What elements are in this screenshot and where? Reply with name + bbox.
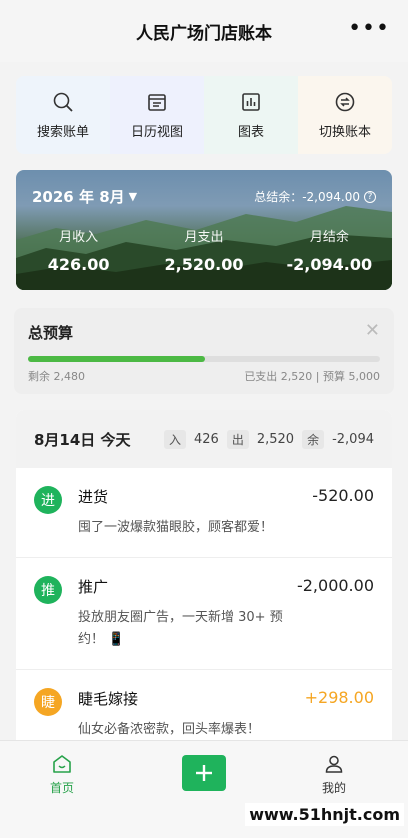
site-watermark: www.51hnjt.com bbox=[245, 803, 404, 826]
search-bills-label: 搜索账单 bbox=[36, 124, 89, 140]
budget-remaining: 剩余 2,480 bbox=[28, 370, 85, 383]
calendar-view-label: 日历视图 bbox=[130, 124, 183, 140]
category-icon-purchase: 进 bbox=[34, 486, 62, 514]
app-header: 人民广场门店账本 ••• bbox=[0, 0, 408, 62]
record-item[interactable]: 进 进货 -520.00 囤了一波爆款猫眼胶，顾客都爱！ bbox=[16, 468, 392, 558]
caret-down-icon: ▼ bbox=[128, 190, 138, 203]
search-icon bbox=[53, 92, 73, 112]
record-note: 投放朋友圈广告，一天新增 30+ 预约！ 📱 bbox=[78, 610, 283, 647]
day-date: 8月14日 今天 bbox=[34, 430, 131, 449]
record-note: 仙女必备浓密款，回头率爆表！ bbox=[78, 722, 261, 737]
tab-home[interactable]: 首页 bbox=[50, 753, 74, 796]
record-amount: -520.00 bbox=[312, 486, 374, 505]
tab-mine[interactable]: 我的 bbox=[322, 753, 346, 796]
switch-ledger-button[interactable]: 切换账本 bbox=[298, 76, 392, 154]
day-balance-value: -2,094 bbox=[332, 431, 374, 447]
chart-button[interactable]: 图表 bbox=[204, 76, 298, 154]
day-header: 8月14日 今天 入 426 出 2,520 余 -2,094 bbox=[16, 410, 392, 468]
help-icon[interactable]: ? bbox=[364, 190, 376, 203]
category-icon-promotion: 推 bbox=[34, 576, 62, 604]
expense-value: 2,520.00 bbox=[164, 255, 244, 274]
total-balance-label: 总结余：-2,094.00 bbox=[254, 190, 360, 204]
expense-tag: 出 bbox=[226, 429, 249, 449]
calendar-view-button[interactable]: 日历视图 bbox=[110, 76, 204, 154]
month-label: 2026 年 8月 bbox=[32, 188, 125, 206]
search-bills-button[interactable]: 搜索账单 bbox=[16, 76, 110, 154]
expense-label: 月支出 bbox=[184, 230, 224, 245]
record-note: 囤了一波爆款猫眼胶，顾客都爱！ bbox=[78, 520, 274, 535]
close-icon[interactable]: ✕ bbox=[365, 320, 380, 341]
expense-stat: 月支出 2,520.00 bbox=[141, 226, 266, 274]
balance-value: -2,094.00 bbox=[286, 255, 373, 274]
day-income-value: 426 bbox=[194, 431, 219, 447]
tab-home-label: 首页 bbox=[50, 781, 75, 795]
income-label: 月收入 bbox=[59, 230, 99, 245]
record-amount: +298.00 bbox=[304, 688, 374, 707]
plus-icon bbox=[196, 765, 212, 781]
home-icon bbox=[53, 755, 71, 773]
month-summary-card: 2026 年 8月 ▼ 总结余：-2,094.00 ? 月收入 426.00 月… bbox=[16, 170, 392, 290]
budget-progress-bar bbox=[28, 356, 380, 362]
balance-tag: 余 bbox=[302, 429, 325, 449]
chart-icon bbox=[242, 92, 260, 111]
bottom-tab-bar: 首页 我的 www.51hnjt.com bbox=[0, 740, 408, 838]
total-balance: 总结余：-2,094.00 ? bbox=[254, 188, 376, 205]
day-expense-value: 2,520 bbox=[256, 431, 295, 447]
switch-icon bbox=[335, 92, 355, 111]
chart-label: 图表 bbox=[237, 124, 264, 140]
balance-label: 月结余 bbox=[309, 230, 349, 245]
category-icon-lash-extension: 睫 bbox=[34, 688, 62, 716]
balance-stat: 月结余 -2,094.00 bbox=[267, 226, 392, 274]
tab-mine-label: 我的 bbox=[322, 781, 347, 795]
record-amount: -2,000.00 bbox=[296, 576, 374, 595]
budget-card[interactable]: 总预算 ✕ 剩余 2,480 已支出 2,520 | 预算 5,000 bbox=[14, 308, 394, 394]
more-icon[interactable]: ••• bbox=[348, 18, 390, 40]
income-value: 426.00 bbox=[47, 255, 110, 274]
month-selector[interactable]: 2026 年 8月 ▼ bbox=[32, 186, 137, 207]
budget-spent-info: 已支出 2,520 | 预算 5,000 bbox=[244, 370, 380, 383]
day-records-card: 8月14日 今天 入 426 出 2,520 余 -2,094 进 进货 -52… bbox=[16, 410, 392, 750]
calendar-icon bbox=[148, 93, 166, 111]
quick-actions: 搜索账单 日历视图 图表 切换账本 bbox=[16, 76, 392, 154]
add-record-button[interactable] bbox=[182, 755, 226, 791]
record-item[interactable]: 睫 睫毛嫁接 +298.00 仙女必备浓密款，回头率爆表！ bbox=[16, 670, 392, 750]
page-title: 人民广场门店账本 bbox=[136, 23, 272, 44]
income-stat: 月收入 426.00 bbox=[16, 226, 141, 274]
record-item[interactable]: 推 推广 -2,000.00 投放朋友圈广告，一天新增 30+ 预约！ 📱 bbox=[16, 558, 392, 670]
user-icon bbox=[325, 755, 343, 773]
income-tag: 入 bbox=[163, 429, 186, 449]
day-stats: 入 426 出 2,520 余 -2,094 bbox=[163, 429, 374, 449]
budget-progress-fill bbox=[28, 356, 206, 362]
switch-ledger-label: 切换账本 bbox=[318, 124, 371, 140]
budget-title: 总预算 bbox=[28, 324, 74, 342]
